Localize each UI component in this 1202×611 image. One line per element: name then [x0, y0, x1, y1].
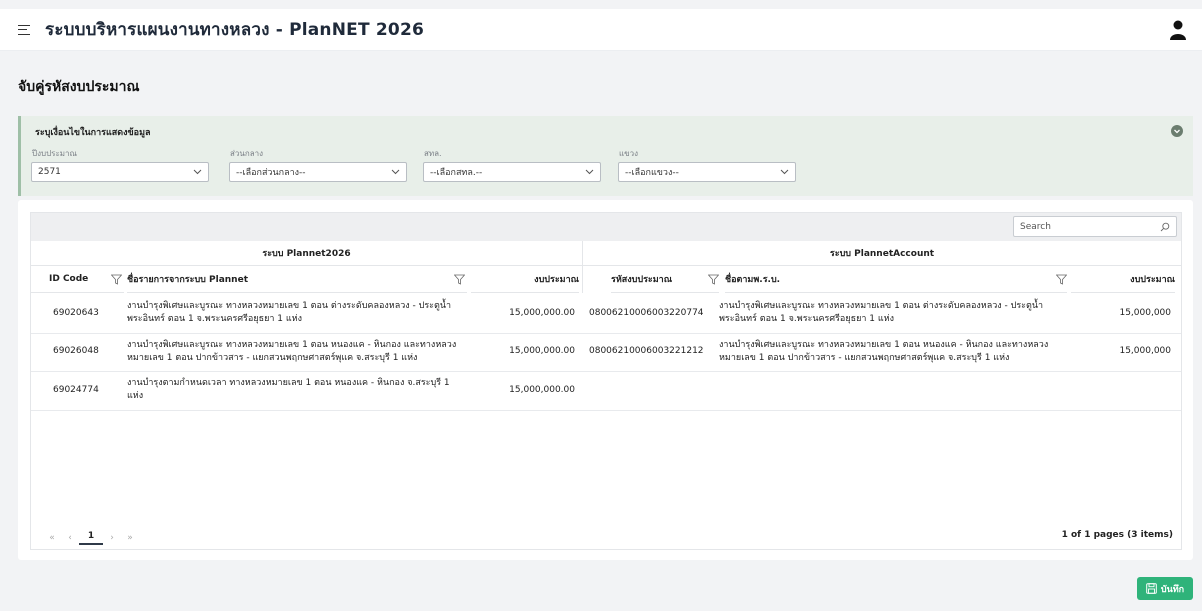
group-header-plannet: ระบบ Plannet2026	[31, 241, 582, 266]
col-header-id-label: ID Code	[49, 274, 89, 284]
cell-code: 08006210006003221212	[589, 346, 704, 356]
district-label: สทล.	[424, 149, 442, 158]
district-value: --เลือกสทล.--	[430, 168, 483, 178]
cell-code: 08006210006003220774	[589, 307, 704, 318]
content-card: Search ระบบ Plannet2026 ระบบ PlannetAcco…	[18, 200, 1193, 560]
filter-panel-title: ระบุเงื่อนไขในการแสดงข้อมูล	[35, 128, 151, 138]
data-grid: Search ระบบ Plannet2026 ระบบ PlannetAcco…	[30, 212, 1182, 550]
cell-act-budget: 15,000,000	[1119, 307, 1171, 318]
cell-act-name	[719, 371, 1059, 409]
cell-budget: 15,000,000.00	[509, 307, 575, 318]
cell-id: 69024774	[53, 384, 99, 395]
chevron-down-icon	[780, 169, 789, 175]
filter-icon[interactable]	[708, 274, 719, 285]
save-icon	[1146, 583, 1157, 594]
cell-act-budget	[1071, 371, 1171, 409]
save-label: บันทึก	[1160, 584, 1185, 595]
central-group: ส่วนกลาง --เลือกส่วนกลาง--	[229, 147, 407, 182]
cell-budget: 15,000,000.00	[509, 346, 575, 356]
filter-icon[interactable]	[1056, 274, 1067, 285]
fiscal-year-group: ปีงบประมาณ 2571	[31, 147, 209, 182]
row-divider	[31, 410, 1181, 411]
top-bar: ระบบบริหารแผนงานทางหลวง - PlanNET 2026	[0, 9, 1202, 51]
search-input[interactable]: Search	[1013, 216, 1177, 237]
search-placeholder: Search	[1020, 221, 1051, 232]
branch-label: แขวง	[619, 149, 639, 158]
cell-act-name: งานบำรุงพิเศษและบูรณะ ทางหลวงหมายเลข 1 ต…	[719, 301, 1044, 324]
filter-panel: ระบุเงื่อนไขในการแสดงข้อมูล ปีงบประมาณ 2…	[18, 116, 1193, 196]
col-header-budget-label: งบประมาณ	[534, 275, 579, 285]
page-title: จับคู่รหัสงบประมาณ	[18, 79, 140, 95]
cell-budget: 15,000,000.00	[509, 384, 575, 395]
chevron-down-icon	[391, 169, 400, 175]
first-page-button[interactable]: «	[43, 533, 61, 543]
fiscal-year-value: 2571	[38, 167, 61, 177]
filter-icon[interactable]	[454, 274, 465, 285]
col-header-act-budget[interactable]: งบประมาณ	[1071, 266, 1175, 293]
cell-id: 69020643	[53, 307, 99, 318]
col-header-act-budget-label: งบประมาณ	[1130, 275, 1175, 285]
branch-group: แขวง --เลือกแขวง--	[618, 147, 796, 182]
cell-id: 69026048	[53, 346, 99, 356]
cell-act-budget: 15,000,000	[1119, 346, 1171, 356]
grid-toolbar: Search	[31, 213, 1181, 241]
page-1-button[interactable]: 1	[79, 531, 103, 545]
chevron-down-icon	[585, 169, 594, 175]
district-group: สทล. --เลือกสทล.--	[423, 147, 601, 182]
cell-name: งานบำรุงพิเศษและบูรณะ ทางหลวงหมายเลข 1 ต…	[127, 301, 452, 324]
central-value: --เลือกส่วนกลาง--	[236, 168, 306, 178]
col-header-budget[interactable]: งบประมาณ	[471, 266, 579, 293]
fiscal-year-select[interactable]: 2571	[31, 162, 209, 182]
col-header-act-name[interactable]: ชื่อตามพ.ร.บ.	[725, 266, 1067, 293]
col-header-code-label: รหัสงบประมาณ	[611, 275, 673, 285]
prev-page-button[interactable]: ‹	[61, 533, 79, 543]
user-icon[interactable]	[1170, 20, 1186, 40]
page-info: 1 of 1 pages (3 items)	[1061, 530, 1173, 540]
district-select[interactable]: --เลือกสทล.--	[423, 162, 601, 182]
chevron-down-icon	[193, 169, 202, 175]
col-header-name[interactable]: ชื่อรายการจากระบบ Plannet	[127, 266, 467, 293]
central-label: ส่วนกลาง	[230, 149, 263, 158]
cell-name: งานบำรุงตามกำหนดเวลา ทางหลวงหมายเลข 1 ตอ…	[127, 378, 450, 401]
save-button[interactable]: บันทึก	[1137, 577, 1193, 600]
fiscal-year-label: ปีงบประมาณ	[32, 149, 77, 158]
central-select[interactable]: --เลือกส่วนกลาง--	[229, 162, 407, 182]
col-header-name-label: ชื่อรายการจากระบบ Plannet	[127, 275, 248, 285]
group-header-account: ระบบ PlannetAccount	[583, 241, 1181, 266]
branch-value: --เลือกแขวง--	[625, 168, 679, 178]
branch-select[interactable]: --เลือกแขวง--	[618, 162, 796, 182]
menu-icon[interactable]	[18, 24, 30, 35]
col-header-id[interactable]: ID Code	[31, 266, 124, 293]
col-header-code[interactable]: รหัสงบประมาณ	[611, 266, 719, 293]
cell-name: งานบำรุงพิเศษและบูรณะ ทางหลวงหมายเลข 1 ต…	[127, 339, 457, 363]
next-page-button[interactable]: ›	[103, 533, 121, 543]
pager: « ‹ 1 › »	[43, 528, 139, 548]
collapse-icon[interactable]	[1171, 125, 1183, 137]
app-title: ระบบบริหารแผนงานทางหลวง - PlanNET 2026	[45, 20, 425, 40]
cell-act-name: งานบำรุงพิเศษและบูรณะ ทางหลวงหมายเลข 1 ต…	[719, 339, 1049, 363]
col-header-act-name-label: ชื่อตามพ.ร.บ.	[725, 275, 781, 285]
search-icon	[1160, 222, 1170, 231]
filter-icon[interactable]	[111, 274, 122, 285]
group-divider	[582, 241, 583, 293]
last-page-button[interactable]: »	[121, 533, 139, 543]
